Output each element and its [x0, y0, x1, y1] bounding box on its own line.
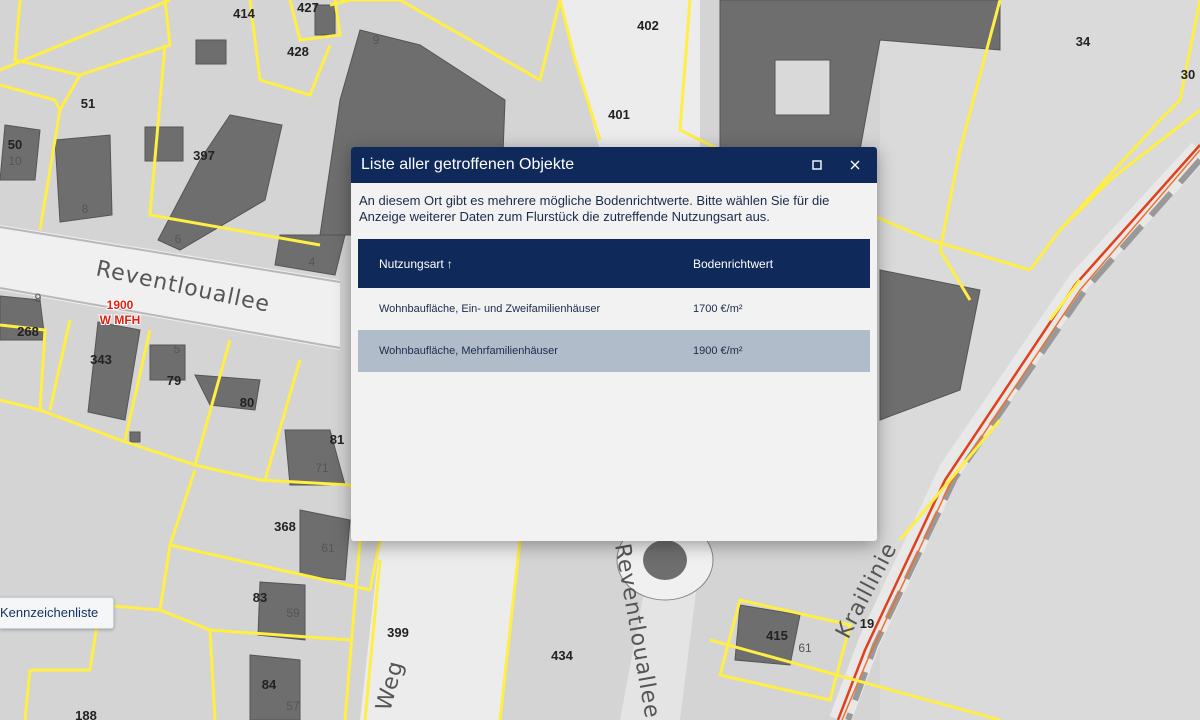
parcel-number: 343 [90, 352, 112, 367]
house-number: 61 [798, 641, 812, 655]
parcel-number: 50 [8, 137, 22, 152]
land-value-type: W MFH [100, 313, 141, 327]
parcel-number: 51 [81, 96, 95, 111]
license-plate-list-label: Kennzeichenliste [0, 605, 99, 620]
license-plate-list-button[interactable]: Kennzeichenliste [0, 597, 114, 629]
parcel-number: 402 [637, 18, 659, 33]
parcel-number: 434 [551, 648, 573, 663]
maximize-icon [812, 160, 822, 170]
parcel-number: 188 [75, 708, 97, 720]
table-header: Nutzungsart ↑ Bodenrichtwert [358, 239, 870, 288]
house-number: 10 [8, 154, 22, 168]
parcel-number: 415 [766, 628, 788, 643]
parcel-number: 34 [1076, 34, 1091, 49]
parcel-number: 79 [167, 373, 181, 388]
parcel-number: 427 [297, 0, 319, 15]
row-usage: Wohnbaufläche, Ein- und Zweifamilienhäus… [379, 303, 601, 315]
house-number: 9 [373, 33, 380, 47]
house-number: 57 [286, 699, 300, 713]
parcel-number: 268 [17, 324, 39, 339]
sort-ascending-icon: ↑ [446, 256, 453, 271]
land-value-number: 1900 [107, 298, 134, 312]
parcel-number: 397 [193, 148, 215, 163]
parcel-number: 428 [287, 44, 309, 59]
objects-dialog: Liste aller getroffenen Objekte An diese… [351, 147, 877, 541]
row-value: 1700 €/m² [693, 303, 743, 315]
parcel-number: 80 [240, 395, 254, 410]
table-row[interactable]: Wohnbaufläche, Ein- und Zweifamilienhäus… [358, 288, 870, 330]
house-number: 5 [174, 342, 181, 356]
parcel-number: 401 [608, 107, 630, 122]
parcel-number: 81 [330, 432, 344, 447]
house-number: 9 [35, 291, 42, 305]
column-header-value[interactable]: Bodenrichtwert [693, 257, 870, 271]
house-number: 59 [286, 606, 300, 620]
close-button[interactable] [843, 153, 867, 177]
column-header-usage[interactable]: Nutzungsart ↑ [358, 257, 693, 271]
parcel-number: 30 [1181, 67, 1195, 82]
house-number: 71 [315, 461, 329, 475]
parcel-number: 368 [274, 519, 296, 534]
dialog-header[interactable]: Liste aller getroffenen Objekte [351, 147, 877, 183]
house-number: 4 [309, 255, 316, 269]
parcel-number: 399 [387, 625, 409, 640]
house-number: 61 [321, 541, 335, 555]
house-number: 8 [82, 202, 89, 216]
close-icon [850, 160, 860, 170]
row-usage: Wohnbaufläche, Mehrfamilienhäuser [379, 345, 558, 357]
table-row-selected[interactable]: Wohnbaufläche, Mehrfamilienhäuser 1900 €… [358, 330, 870, 372]
row-value: 1900 €/m² [693, 345, 743, 357]
parcel-number: 414 [233, 6, 255, 21]
dialog-title: Liste aller getroffenen Objekte [361, 156, 575, 173]
objects-table: Nutzungsart ↑ Bodenrichtwert Wohnbaufläc… [358, 239, 870, 372]
parcel-number: 84 [262, 677, 277, 692]
house-number: 6 [175, 232, 182, 246]
column-header-usage-label: Nutzungsart [379, 256, 444, 271]
maximize-button[interactable] [805, 153, 829, 177]
parcel-number: 83 [253, 590, 267, 605]
dialog-intro: An diesem Ort gibt es mehrere mögliche B… [359, 193, 830, 224]
